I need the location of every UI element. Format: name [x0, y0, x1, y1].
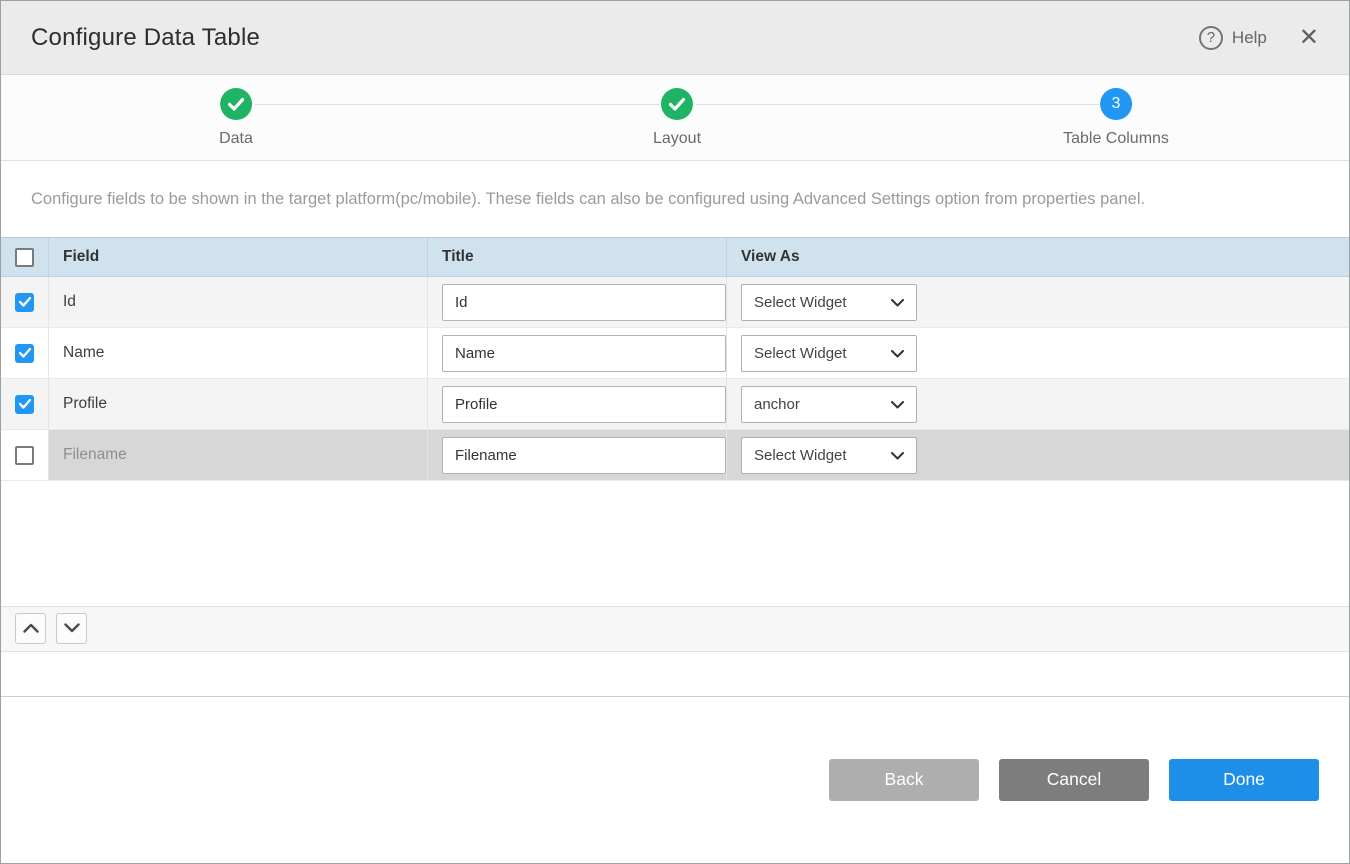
help-label: Help: [1232, 28, 1267, 48]
column-header-title: Title: [442, 248, 474, 266]
cancel-button[interactable]: Cancel: [999, 759, 1149, 801]
column-header-field: Field: [63, 248, 99, 266]
step-layout[interactable]: Layout: [653, 88, 701, 148]
step-table-columns[interactable]: 3 Table Columns: [1063, 88, 1169, 148]
row-checkbox[interactable]: [15, 446, 34, 465]
title-input[interactable]: [442, 335, 726, 372]
view-as-value: Select Widget: [754, 294, 847, 311]
view-as-select[interactable]: Select Widget: [741, 284, 917, 321]
table-row: Filename Select Widget: [1, 430, 1349, 481]
chevron-down-icon: [891, 396, 904, 413]
view-as-value: anchor: [754, 396, 800, 413]
view-as-select[interactable]: Select Widget: [741, 335, 917, 372]
step-label: Table Columns: [1063, 130, 1169, 148]
view-as-value: Select Widget: [754, 345, 847, 362]
table-empty-area: [1, 481, 1349, 606]
chevron-down-icon: [64, 620, 80, 638]
step-label: Data: [219, 130, 253, 148]
field-name: Id: [63, 293, 76, 311]
header-actions: ? Help ✕: [1199, 24, 1321, 52]
columns-table: Field Title View As Id Select Widget: [1, 237, 1349, 481]
row-checkbox[interactable]: [15, 344, 34, 363]
help-button[interactable]: ? Help: [1199, 26, 1267, 50]
reorder-toolbar: [1, 606, 1349, 652]
close-icon[interactable]: ✕: [1297, 24, 1321, 52]
spacer: [1, 652, 1349, 696]
view-as-value: Select Widget: [754, 447, 847, 464]
done-button[interactable]: Done: [1169, 759, 1319, 801]
table-row: Profile anchor: [1, 379, 1349, 430]
table-row: Id Select Widget: [1, 277, 1349, 328]
dialog-header: Configure Data Table ? Help ✕: [1, 1, 1349, 75]
step-complete-check-icon: [220, 88, 252, 120]
row-checkbox[interactable]: [15, 293, 34, 312]
field-name: Filename: [63, 446, 127, 464]
move-up-button[interactable]: [15, 613, 46, 644]
step-number-badge: 3: [1100, 88, 1132, 120]
select-all-checkbox[interactable]: [15, 248, 34, 267]
dialog-footer: Back Cancel Done: [1, 696, 1349, 864]
table-row: Name Select Widget: [1, 328, 1349, 379]
field-name: Name: [63, 344, 104, 362]
title-input[interactable]: [442, 386, 726, 423]
stepper-connector: [696, 104, 1099, 105]
help-icon: ?: [1199, 26, 1223, 50]
column-header-view-as: View As: [741, 248, 800, 266]
chevron-down-icon: [891, 294, 904, 311]
wizard-stepper: Data Layout 3 Table Columns: [1, 75, 1349, 161]
table-header-row: Field Title View As: [1, 237, 1349, 277]
chevron-down-icon: [891, 345, 904, 362]
configure-data-table-dialog: Configure Data Table ? Help ✕ Data Layou…: [0, 0, 1350, 864]
step-complete-check-icon: [661, 88, 693, 120]
view-as-select[interactable]: anchor: [741, 386, 917, 423]
field-name: Profile: [63, 395, 107, 413]
dialog-title: Configure Data Table: [31, 24, 260, 52]
step-data[interactable]: Data: [219, 88, 253, 148]
back-button[interactable]: Back: [829, 759, 979, 801]
title-input[interactable]: [442, 284, 726, 321]
title-input[interactable]: [442, 437, 726, 474]
stepper-connector: [255, 104, 659, 105]
chevron-down-icon: [891, 447, 904, 464]
move-down-button[interactable]: [56, 613, 87, 644]
description-text: Configure fields to be shown in the targ…: [1, 161, 1349, 237]
header-checkbox-cell: [1, 238, 49, 276]
step-label: Layout: [653, 130, 701, 148]
row-checkbox[interactable]: [15, 395, 34, 414]
chevron-up-icon: [23, 620, 39, 638]
view-as-select[interactable]: Select Widget: [741, 437, 917, 474]
